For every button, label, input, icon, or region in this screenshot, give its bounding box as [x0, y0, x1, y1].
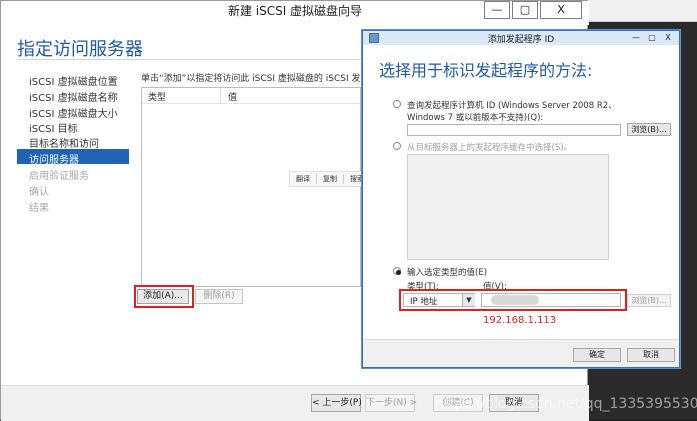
remove-button: 删除(R) [195, 289, 243, 304]
nav-item-disk-size[interactable]: iSCSI 虚拟磁盘大小 [29, 105, 118, 120]
add-initiator-dialog: 添加发起程序 ID — ▢ X 选择用于标识发起程序的方法: 查询发起程序计算机… [362, 30, 680, 368]
nav-item-results: 结果 [29, 203, 49, 214]
previous-button[interactable]: < 上一步(P) [311, 394, 362, 412]
close-button[interactable]: X [540, 1, 582, 19]
nav-item-target-name[interactable]: 目标名称和访问 [29, 135, 99, 150]
watermark: https://blog.csdn.net/qq_13353955305 [435, 396, 697, 412]
page-title: 指定访问服务器 [17, 39, 143, 60]
dialog-footer: 确定 取消 [363, 339, 679, 367]
radio-query-computer-id[interactable] [393, 100, 401, 108]
dialog-minimize-button[interactable]: — [629, 33, 643, 43]
browse-computer-button[interactable]: 浏览(B)... [627, 123, 671, 136]
nav-item-disk-location[interactable]: iSCSI 虚拟磁盘位置 [29, 73, 118, 88]
option-initiator-cache-label: 从目标服务器上的发起程序缓存中选择(S)。 [407, 143, 573, 153]
ok-button[interactable]: 确定 [573, 348, 621, 362]
option-query-computer-id-label-line2: Windows 7 或以前版本不支持)(Q): [407, 113, 544, 123]
initiator-cache-list [407, 154, 609, 260]
add-button-highlight [134, 285, 194, 308]
translate-button[interactable]: 翻译 [290, 174, 316, 184]
nav-item-access-servers[interactable]: 访问服务器 [29, 151, 79, 166]
wizard-window-controls: — ▢ X [484, 1, 584, 19]
next-button: 下一步(N) > [365, 394, 417, 412]
type-value-highlight [399, 289, 627, 311]
nav-item-disk-name[interactable]: iSCSI 虚拟磁盘名称 [29, 89, 118, 104]
dialog-heading: 选择用于标识发起程序的方法: [379, 61, 593, 80]
radio-initiator-cache [393, 142, 401, 150]
column-header-type[interactable]: 类型 [148, 90, 166, 103]
nav-item-iscsi-target[interactable]: iSCSI 目标 [29, 120, 78, 135]
dialog-cancel-button[interactable]: 取消 [627, 348, 675, 362]
option-query-computer-id-label: 查询发起程序计算机 ID (Windows Server 2008 R2、 [407, 101, 617, 111]
nav-item-enable-auth: 启用验证服务 [29, 171, 89, 182]
radio-enter-value[interactable] [393, 267, 401, 275]
copy-button[interactable]: 复制 [317, 174, 343, 184]
background-window-titlebar [585, 0, 697, 22]
computer-id-input[interactable] [407, 124, 621, 136]
dialog-maximize-button[interactable]: ▢ [645, 33, 659, 43]
minimize-button[interactable]: — [484, 1, 510, 19]
maximize-button[interactable]: ▢ [512, 1, 538, 19]
initiator-list[interactable]: 类型 值 [141, 87, 361, 287]
dialog-titlebar: 添加发起程序 ID — ▢ X [363, 31, 679, 45]
list-header: 类型 值 [142, 88, 360, 104]
instruction-text: 单击“添加”以指定将访问此 iSCSI 虚拟磁盘的 iSCSI 发起程序。 [141, 74, 397, 84]
option-enter-value-label: 输入选定类型的值(E) [407, 268, 488, 278]
column-header-value[interactable]: 值 [228, 90, 237, 103]
ip-annotation: 192.168.1.113 [483, 315, 557, 326]
nav-item-confirm: 确认 [29, 187, 49, 198]
browse-value-button: 浏览(B)... [627, 294, 671, 307]
column-separator [220, 88, 221, 104]
dialog-close-button[interactable]: X [661, 33, 675, 43]
dialog-window-controls: — ▢ X [627, 33, 675, 43]
